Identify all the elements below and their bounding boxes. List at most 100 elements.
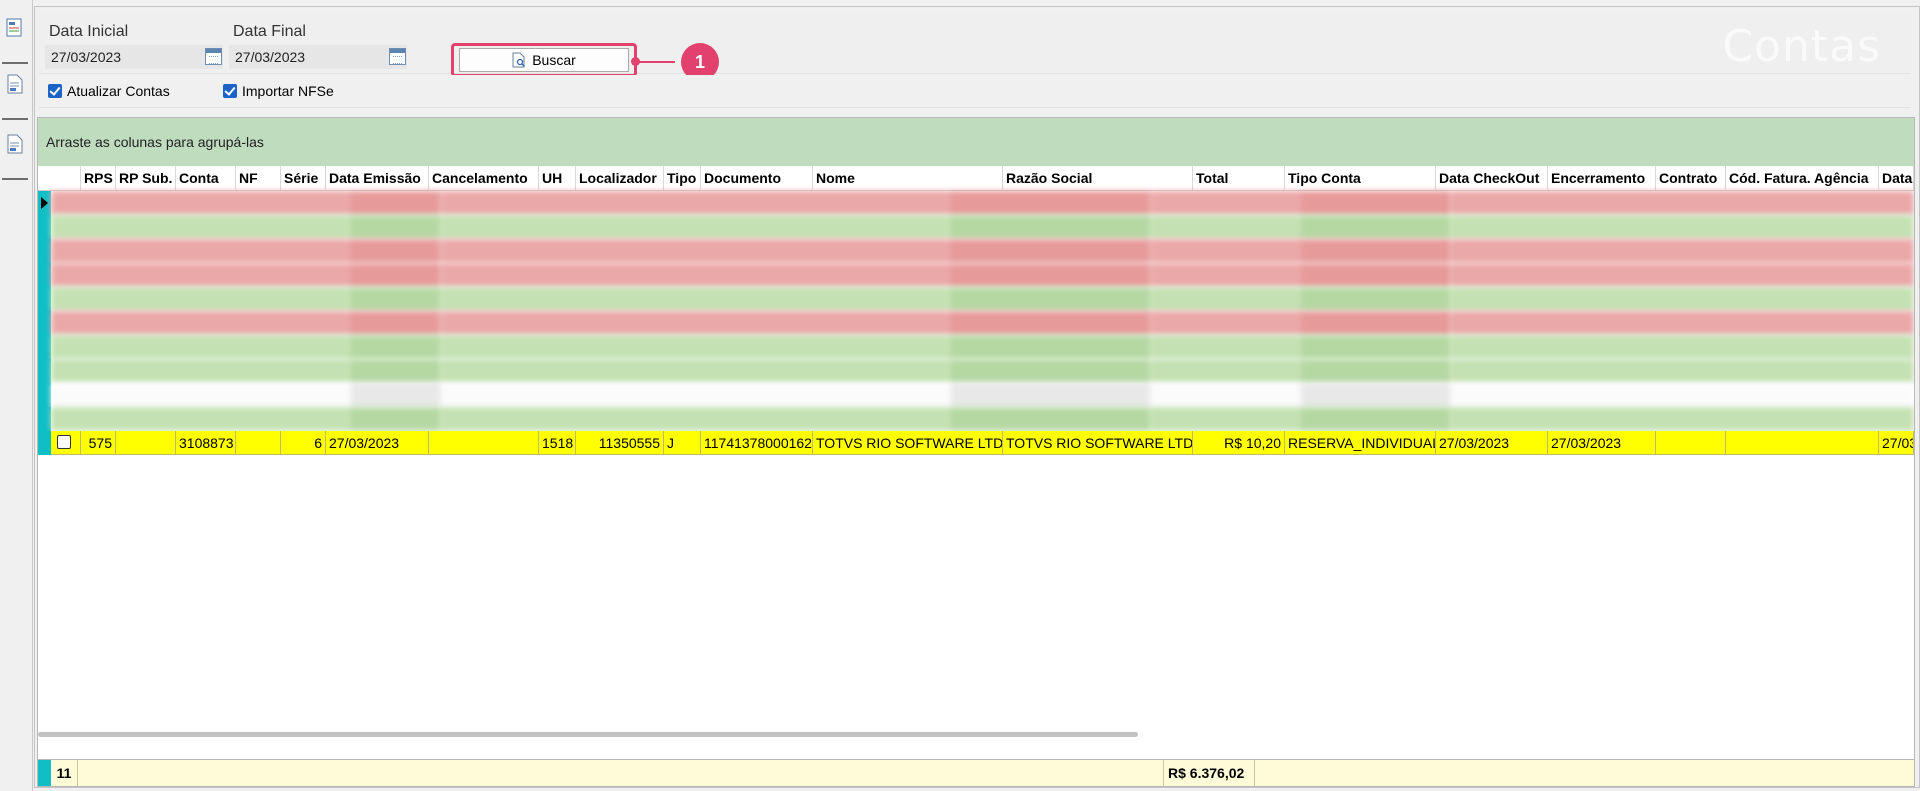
col-cancelamento[interactable]: Cancelamento (429, 166, 539, 190)
data-final-label: Data Final (233, 23, 306, 40)
cell-rps: 575 (81, 431, 116, 455)
col-rp-sub[interactable]: RP Sub. (116, 166, 176, 190)
cell-rp-sub (116, 431, 176, 455)
cell-conta: 3108873 (176, 431, 236, 455)
page-title: Contas (1722, 21, 1881, 72)
row-indicator (38, 359, 51, 383)
record-count: 11 (51, 760, 78, 786)
row-indicator (38, 287, 51, 311)
cell-cancelamento (429, 431, 539, 455)
cell-serie: 6 (281, 431, 326, 455)
table-row[interactable] (38, 239, 1914, 263)
importar-nfse-label: Importar NFSe (242, 83, 334, 99)
importar-nfse-checkbox[interactable]: Importar NFSe (223, 83, 334, 99)
row-indicator (38, 311, 51, 335)
report-toolbar-button[interactable] (2, 10, 28, 64)
table-row[interactable] (38, 335, 1914, 359)
col-tipo[interactable]: Tipo (664, 166, 701, 190)
current-row-arrow-icon (41, 197, 48, 209)
col-localizador[interactable]: Localizador (576, 166, 664, 190)
col-uh[interactable]: UH (539, 166, 576, 190)
cell-contrato (1656, 431, 1726, 455)
col-data-checkout[interactable]: Data CheckOut (1436, 166, 1548, 190)
document-toolbar-button-2[interactable] (2, 126, 28, 180)
calendar-icon[interactable] (205, 48, 222, 65)
filter-panel: Data Inicial 27/03/2023 Data Final 27/03… (39, 11, 1911, 81)
row-indicator (38, 760, 51, 786)
main-panel: Data Inicial 27/03/2023 Data Final 27/03… (34, 6, 1920, 788)
cell-tipo-conta: RESERVA_INDIVIDUAL (1285, 431, 1436, 455)
row-indicator (38, 383, 51, 407)
row-indicator (38, 407, 51, 431)
col-nf[interactable]: NF (236, 166, 281, 190)
table-row[interactable] (38, 263, 1914, 287)
col-cod-fatura-agencia[interactable]: Cód. Fatura. Agência (1726, 166, 1879, 190)
search-document-icon (512, 52, 526, 68)
table-row[interactable] (38, 215, 1914, 239)
table-row[interactable] (38, 359, 1914, 383)
table-row[interactable] (38, 407, 1914, 431)
cell-tipo: J (664, 431, 701, 455)
left-toolbar (0, 0, 33, 791)
cell-nome: TOTVS RIO SOFTWARE LTDA (813, 431, 1003, 455)
cell-documento: 11741378000162 (701, 431, 813, 455)
atualizar-contas-checkbox[interactable]: Atualizar Contas (48, 83, 170, 99)
table-row[interactable] (38, 311, 1914, 335)
grid-footer: 11 R$ 6.376,02 (38, 759, 1914, 786)
col-nome[interactable]: Nome (813, 166, 1003, 190)
row-indicator (38, 263, 51, 287)
cell-data: 27/03 (1879, 431, 1914, 455)
total-sum: R$ 6.376,02 (1163, 760, 1255, 786)
row-indicator (38, 335, 51, 359)
col-data[interactable]: Data (1879, 166, 1914, 190)
row-indicator (38, 431, 51, 455)
col-serie[interactable]: Série (281, 166, 326, 190)
col-documento[interactable]: Documento (701, 166, 813, 190)
col-encerramento[interactable]: Encerramento (1548, 166, 1656, 190)
data-final-field[interactable]: 27/03/2023 (229, 45, 407, 69)
col-tipo-conta[interactable]: Tipo Conta (1285, 166, 1436, 190)
grid-header: RPS RP Sub. Conta NF Série Data Emissão … (38, 166, 1914, 191)
cell-localizador: 11350555 (576, 431, 664, 455)
cell-total: R$ 10,20 (1193, 431, 1285, 455)
col-rps[interactable]: RPS (81, 166, 116, 190)
table-row-selected[interactable]: 575 3108873 6 27/03/2023 1518 11350555 J… (38, 431, 1914, 455)
row-checkbox[interactable] (57, 435, 71, 449)
document-icon (7, 74, 23, 94)
report-icon (6, 18, 22, 37)
table-row[interactable] (38, 191, 1914, 215)
group-by-panel[interactable]: Arraste as colunas para agrupá-las (38, 118, 1914, 166)
document-toolbar-button-1[interactable] (2, 66, 28, 120)
cell-nf (236, 431, 281, 455)
table-row[interactable] (38, 287, 1914, 311)
atualizar-contas-label: Atualizar Contas (67, 83, 170, 99)
horizontal-scrollbar[interactable] (38, 732, 1138, 737)
row-indicator (38, 239, 51, 263)
col-select[interactable] (51, 166, 81, 190)
buscar-button[interactable]: Buscar (459, 48, 629, 72)
data-inicial-field[interactable]: 27/03/2023 (45, 45, 223, 69)
contas-grid: Arraste as colunas para agrupá-las RPS R… (37, 117, 1915, 787)
col-contrato[interactable]: Contrato (1656, 166, 1726, 190)
col-data-emissao[interactable]: Data Emissão (326, 166, 429, 190)
cell-uh: 1518 (539, 431, 576, 455)
cell-razao-social: TOTVS RIO SOFTWARE LTDA (1003, 431, 1193, 455)
buscar-label: Buscar (532, 52, 576, 68)
cell-data-emissao: 27/03/2023 (326, 431, 429, 455)
cell-encerramento: 27/03/2023 (1548, 431, 1656, 455)
row-select-cell (51, 431, 81, 455)
cell-cod-fatura (1726, 431, 1879, 455)
table-row[interactable] (38, 383, 1914, 407)
data-inicial-label: Data Inicial (49, 23, 129, 40)
row-indicator (38, 215, 51, 239)
calendar-icon[interactable] (389, 48, 406, 65)
callout-line (637, 61, 675, 63)
checkbox-checked-icon (223, 84, 237, 98)
col-total[interactable]: Total (1193, 166, 1285, 190)
col-razao-social[interactable]: Razão Social (1003, 166, 1193, 190)
cell-data-checkout: 27/03/2023 (1436, 431, 1548, 455)
options-row: Atualizar Contas Importar NFSe (39, 75, 1911, 108)
checkbox-checked-icon (48, 84, 62, 98)
col-conta[interactable]: Conta (176, 166, 236, 190)
document-icon (7, 134, 23, 154)
